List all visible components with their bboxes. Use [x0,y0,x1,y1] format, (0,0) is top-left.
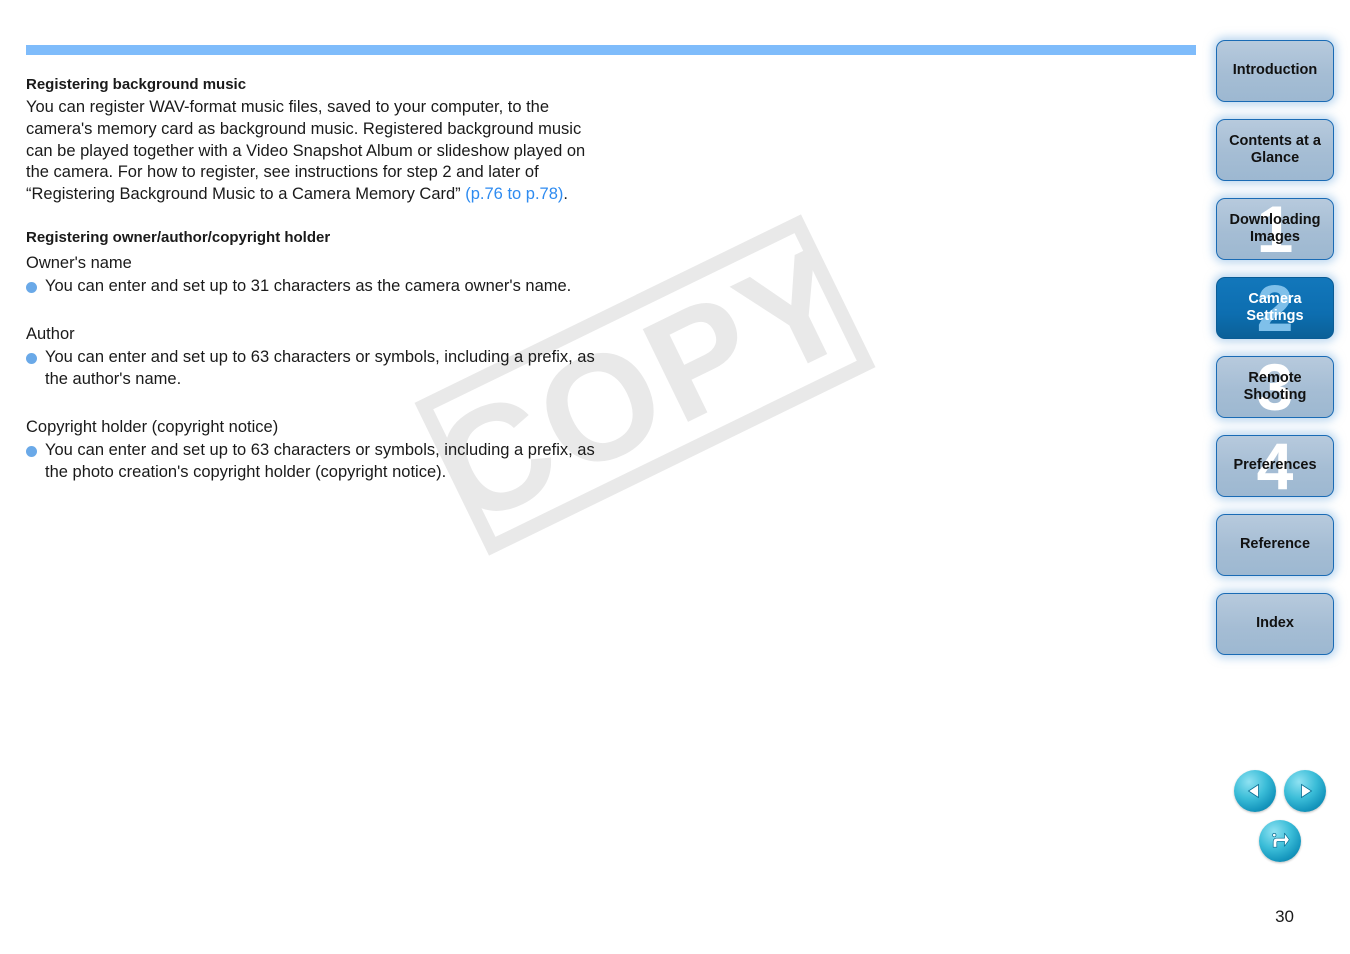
sidebar-item-preferences[interactable]: 4 Preferences [1216,435,1334,497]
bullet-dot-icon [26,353,37,365]
bullet-list-copyright-holder: You can enter and set up to 63 character… [26,440,606,483]
sidebar-item-index[interactable]: Index [1216,593,1334,655]
document-page: Registering background music You can reg… [0,0,1210,954]
subheading-copyright-holder: Copyright holder (copyright notice) [26,417,279,436]
bullet-list-owners-name: You can enter and set up to 31 character… [26,276,606,298]
sidebar-item-label: Remote Shooting [1243,369,1307,403]
list-item: You can enter and set up to 63 character… [26,440,606,483]
list-item: You can enter and set up to 31 character… [26,276,606,298]
paragraph-text-tail: . [563,184,568,203]
section-heading-background-music: Registering background music [26,76,247,93]
list-item-text: You can enter and set up to 63 character… [45,348,595,389]
next-page-button[interactable] [1284,770,1326,812]
triangle-left-icon [1247,783,1259,799]
sidebar-item-label: Index [1256,615,1294,632]
return-button[interactable] [1259,820,1301,862]
sidebar-item-label: Introduction [1232,62,1318,79]
sidebar-item-remote-shooting[interactable]: 3 Remote Shooting [1216,356,1334,418]
previous-page-button[interactable] [1234,770,1276,812]
subheading-owners-name: Owner's name [26,253,132,272]
sidebar-item-label: Preferences [1233,457,1317,474]
bullet-list-author: You can enter and set up to 63 character… [26,347,606,390]
sidebar-item-label: Reference [1239,536,1311,553]
return-arrow-icon [1272,832,1290,848]
sidebar-item-camera-settings[interactable]: 2 Camera Settings [1216,277,1334,339]
sidebar-item-reference[interactable]: Reference [1216,514,1334,576]
page-reference-link[interactable]: (p.76 to p.78) [465,185,563,203]
page-number: 30 [1275,907,1294,926]
sidebar-tabs: Introduction Contents at a Glance 1 Down… [1216,40,1342,672]
header-rule [26,45,1196,55]
nav-row-return [1220,820,1340,862]
nav-row-arrows [1220,770,1340,812]
bullet-dot-icon [26,282,37,294]
list-item: You can enter and set up to 63 character… [26,347,606,390]
list-item-text: You can enter and set up to 31 character… [45,277,572,296]
paragraph-background-music: You can register WAV-format music files,… [26,97,606,205]
triangle-right-icon [1301,783,1313,799]
page-content: Registering background music You can reg… [26,74,606,484]
section-heading-owner-author-copyright: Registering owner/author/copyright holde… [26,229,331,247]
sidebar-item-introduction[interactable]: Introduction [1216,40,1334,102]
list-item-text: You can enter and set up to 63 character… [45,441,595,481]
subheading-author: Author [26,324,75,343]
sidebar-item-downloading-images[interactable]: 1 Downloading Images [1216,198,1334,260]
sidebar-item-label: Contents at a Glance [1229,132,1321,166]
bullet-dot-icon [26,446,37,458]
sidebar-item-contents-at-a-glance[interactable]: Contents at a Glance [1216,119,1334,181]
sidebar-item-label: Downloading Images [1229,211,1321,245]
page-navigation-controls [1220,770,1340,862]
sidebar-item-label: Camera Settings [1246,290,1304,324]
